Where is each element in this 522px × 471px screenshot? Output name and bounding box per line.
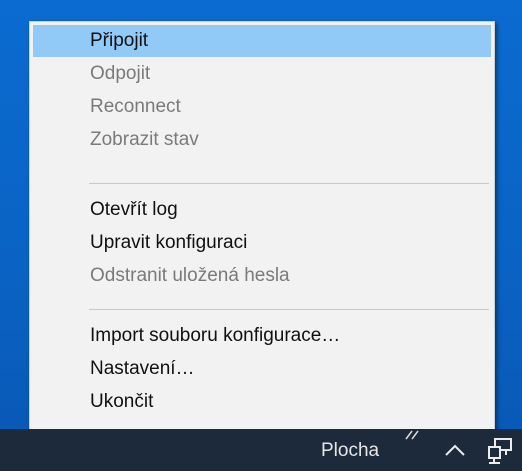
menu-item-exit[interactable]: Ukončit [33,386,491,418]
tray-context-menu: Připojit Odpojit Reconnect Zobrazit stav… [29,21,495,432]
menu-item-disconnect: Odpojit [90,63,151,84]
menu-item-open-log[interactable]: Otevřít log [33,194,491,226]
menu-item-edit-config[interactable]: Upravit konfiguraci [33,227,491,259]
menu-item-import-config[interactable]: Import souboru konfigurace… [33,320,491,352]
chevron-up-icon[interactable] [442,439,468,461]
menu-item-show-status: Zobrazit stav [90,129,199,150]
network-icon[interactable] [486,433,516,467]
menu-item-reconnect: Reconnect [90,96,181,117]
taskbar: Plocha [0,429,522,471]
menu-item-settings[interactable]: Nastavení… [33,353,491,385]
taskbar-edge-mark [405,430,419,440]
desktop-label[interactable]: Plocha [321,429,379,471]
menu-item-connect[interactable]: Připojit [33,25,491,57]
menu-item-clear-saved-passwords: Odstranit uložená hesla [90,265,290,286]
menu-separator [89,309,489,310]
menu-separator [89,183,489,184]
